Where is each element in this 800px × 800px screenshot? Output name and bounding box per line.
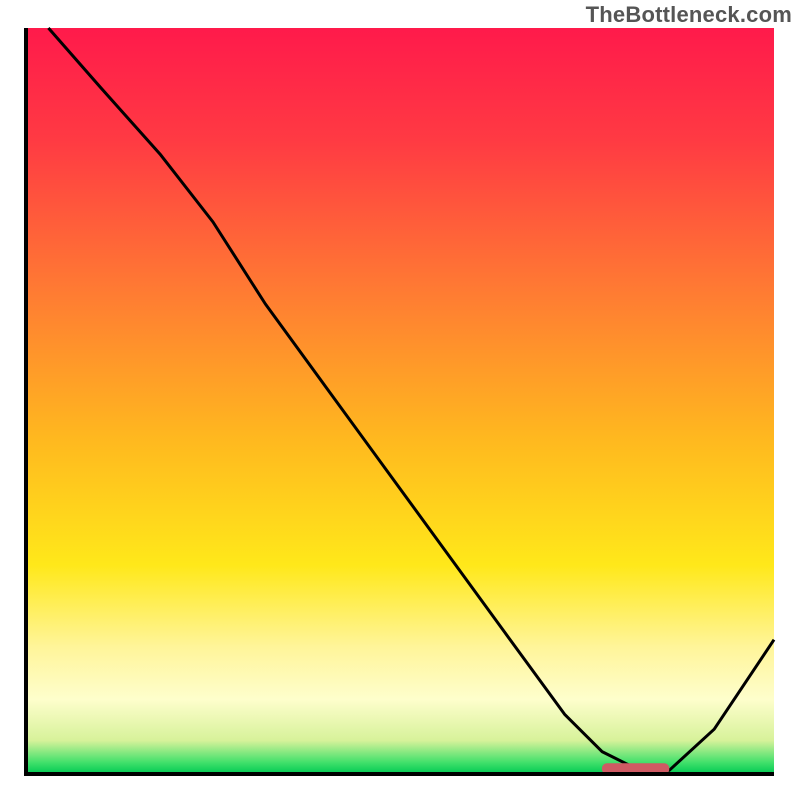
bottleneck-chart — [0, 0, 800, 800]
watermark-text: TheBottleneck.com — [586, 2, 792, 28]
chart-container: TheBottleneck.com — [0, 0, 800, 800]
gradient-background — [26, 28, 774, 774]
